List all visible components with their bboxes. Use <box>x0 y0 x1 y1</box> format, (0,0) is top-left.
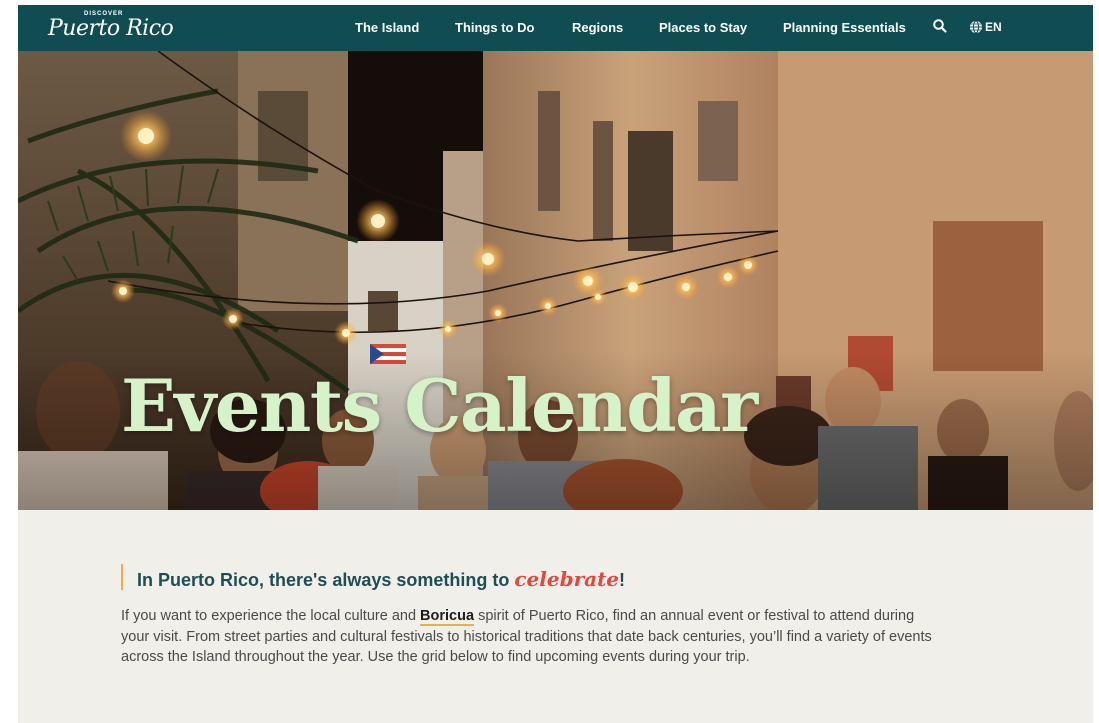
top-navigation: DISCOVER Puerto Rico The Island Things t… <box>18 5 1093 51</box>
heading-suffix: ! <box>619 570 626 590</box>
hero-title: Events Calendar <box>121 363 758 448</box>
nav-places-to-stay[interactable]: Places to Stay <box>659 20 747 35</box>
intro-heading: In Puerto Rico, there's always something… <box>137 567 625 591</box>
page: DISCOVER Puerto Rico The Island Things t… <box>18 5 1093 723</box>
nav-regions[interactable]: Regions <box>572 20 623 35</box>
language-label: EN <box>985 20 1002 34</box>
boricua-link[interactable]: Boricua <box>420 608 475 626</box>
nav-planning-essentials[interactable]: Planning Essentials <box>783 20 906 35</box>
nav-things-to-do[interactable]: Things to Do <box>455 20 534 35</box>
nav-the-island[interactable]: The Island <box>355 20 419 35</box>
intro-section: In Puerto Rico, there's always something… <box>18 510 1093 723</box>
logo-script-text: Puerto Rico <box>48 16 174 41</box>
heading-accent-bar <box>121 564 123 590</box>
search-button[interactable] <box>932 18 948 34</box>
globe-icon <box>970 20 982 34</box>
para-text-before: If you want to experience the local cult… <box>121 608 421 624</box>
intro-paragraph: If you want to experience the local cult… <box>121 606 941 668</box>
discover-puerto-rico-logo[interactable]: DISCOVER Puerto Rico <box>48 11 174 45</box>
heading-accent-word: celebrate <box>514 567 620 591</box>
search-icon <box>933 19 947 33</box>
language-selector[interactable]: EN <box>969 18 1002 36</box>
hero-banner: Events Calendar <box>18 51 1093 510</box>
heading-prefix: In Puerto Rico, there's always something… <box>137 570 515 590</box>
